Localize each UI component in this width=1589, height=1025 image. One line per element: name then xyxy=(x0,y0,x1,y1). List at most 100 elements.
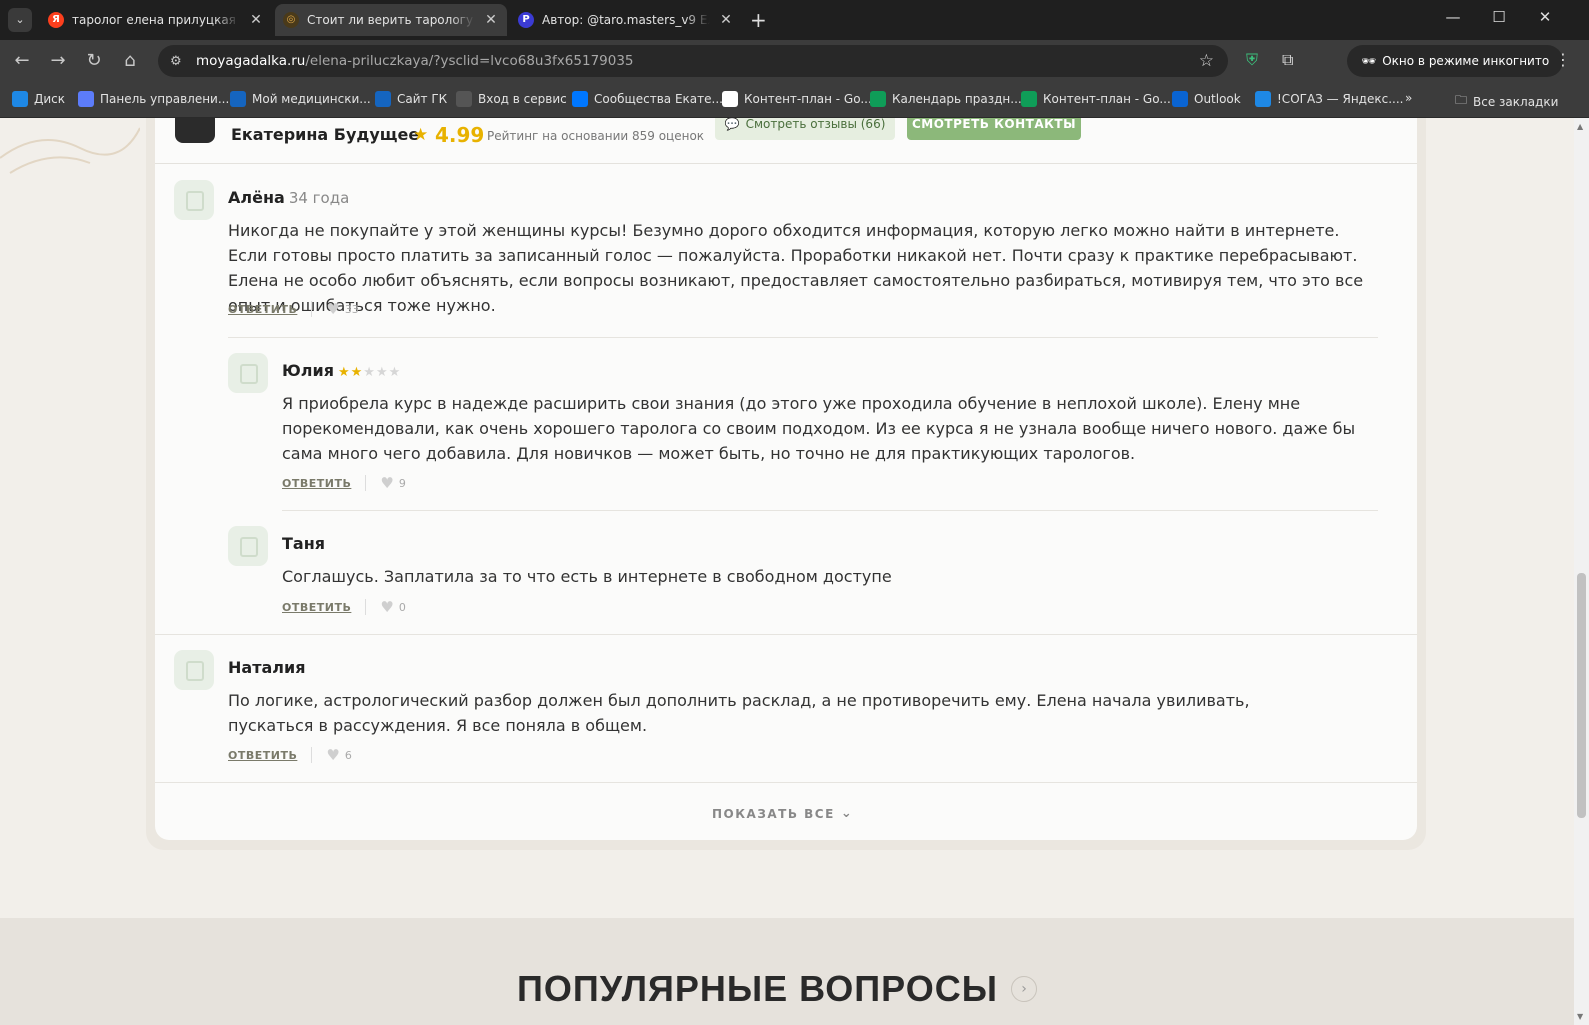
rating-star-icon: ★ xyxy=(413,125,429,145)
heart-icon[interactable]: ♥ xyxy=(380,474,393,492)
browser-toolbar: ← → ↻ ⌂ ⚙ moyagadalka.ru/elena-priluczka… xyxy=(0,40,1589,82)
star-icon: ★ xyxy=(388,365,402,380)
bookmark-label: Контент-план - Go... xyxy=(1043,92,1171,106)
chat-icon: 💬 xyxy=(724,118,740,131)
tab-3[interactable]: P Автор: @taro.masters_v9 Елена ✕ xyxy=(510,4,742,36)
bookmark-item[interactable]: Сайт ГК xyxy=(375,91,447,107)
bookmark-star-icon[interactable]: ☆ xyxy=(1199,51,1214,71)
pinterest-favicon-icon: P xyxy=(518,12,534,28)
extensions-icon[interactable]: ⧉ xyxy=(1282,50,1293,70)
bookmarks-bar: » 🗀 Все закладки Диск Панель управлени...… xyxy=(0,82,1589,118)
sheets-icon xyxy=(1021,91,1037,107)
more-bookmarks-icon[interactable]: » xyxy=(1405,91,1412,105)
all-bookmarks[interactable]: 🗀 Все закладки xyxy=(1455,91,1558,112)
tab-2[interactable]: ◎ Стоит ли верить тарологу - Елена ✕ xyxy=(275,4,507,36)
url-path: /elena-priluczkaya/?ysclid=lvco68u3fx651… xyxy=(305,53,634,69)
bookmark-label: Сообщества Екате... xyxy=(594,92,723,106)
divider xyxy=(311,747,313,763)
minimize-icon[interactable]: — xyxy=(1430,8,1476,26)
page-scrollbar[interactable]: ▲ ▼ xyxy=(1574,118,1589,1025)
scroll-down-icon[interactable]: ▼ xyxy=(1577,1012,1583,1021)
bookmark-label: Outlook xyxy=(1194,92,1241,106)
bookmark-item[interactable]: Календарь праздн... xyxy=(870,91,1022,107)
comment-actions: ОТВЕТИТЬ ♥ 6 xyxy=(228,746,352,764)
bookmark-label: Мой медицински... xyxy=(252,92,371,106)
heart-icon[interactable]: ♥ xyxy=(380,598,393,616)
divider xyxy=(282,510,1378,511)
bookmark-item[interactable]: Мой медицински... xyxy=(230,91,371,107)
medical-icon xyxy=(230,91,246,107)
close-window-icon[interactable]: ✕ xyxy=(1522,8,1568,26)
popular-questions-section: ПОПУЛЯРНЫЕ ВОПРОСЫ › xyxy=(0,918,1574,1025)
chevron-right-icon[interactable]: › xyxy=(1011,976,1037,1002)
reply-button[interactable]: ОТВЕТИТЬ xyxy=(228,303,297,316)
site-icon xyxy=(375,91,391,107)
star-icon: ★ xyxy=(350,365,364,380)
reload-icon[interactable]: ↻ xyxy=(82,50,106,72)
likes-count: 0 xyxy=(398,600,406,614)
bookmark-label: Диск xyxy=(34,92,66,106)
show-all-button[interactable]: ПОКАЗАТЬ ВСЕ ⌄ xyxy=(712,806,853,821)
new-tab-icon[interactable]: + xyxy=(750,8,767,32)
page-viewport: Екатерина Будущее ★ 4.99 Рейтинг на осно… xyxy=(0,118,1589,1025)
bookmark-item[interactable]: Вход в сервис xyxy=(456,91,567,107)
comment-actions: ОТВЕТИТЬ ♥ 0 xyxy=(282,598,406,616)
home-icon[interactable]: ⌂ xyxy=(118,50,142,72)
star-icon: ★ xyxy=(363,365,376,380)
shield-extension-icon[interactable]: ⛨ xyxy=(1246,50,1258,70)
bookmark-item[interactable]: Панель управлени... xyxy=(78,91,229,107)
maximize-icon[interactable]: ☐ xyxy=(1476,8,1522,26)
expert-rating: 4.99 xyxy=(435,123,485,147)
back-icon[interactable]: ← xyxy=(10,50,34,72)
incognito-indicator[interactable]: 🕶 Окно в режиме инкогнито xyxy=(1347,45,1564,77)
tab-search-icon[interactable]: ⌄ xyxy=(8,8,32,32)
divider xyxy=(155,634,1417,635)
bookmark-item[interactable]: Диск xyxy=(12,91,65,107)
heart-icon[interactable]: ♥ xyxy=(326,746,339,764)
panel-icon xyxy=(78,91,94,107)
close-tab-icon[interactable]: ✕ xyxy=(718,12,734,28)
close-tab-icon[interactable]: ✕ xyxy=(248,12,264,28)
bookmark-item[interactable]: !СОГАЗ — Яндекс.... xyxy=(1255,91,1403,107)
tab-title: таролог елена прилуцкая отзывы xyxy=(72,13,240,27)
yandex-favicon-icon: Я xyxy=(48,12,64,28)
bookmark-item[interactable]: Контент-план - Go... xyxy=(1021,91,1171,107)
star-icon: ★ xyxy=(375,365,389,380)
author-name: Алёна xyxy=(228,188,285,207)
divider xyxy=(155,782,1417,783)
expert-avatar[interactable] xyxy=(175,118,215,143)
comment-author: Алёна 34 года xyxy=(228,188,349,207)
bookmark-item[interactable]: Outlook xyxy=(1172,91,1241,107)
bookmark-item[interactable]: Контент-план - Go... xyxy=(722,91,872,107)
url-text[interactable]: moyagadalka.ru/elena-priluczkaya/?ysclid… xyxy=(196,53,634,69)
tab-1[interactable]: Я таролог елена прилуцкая отзывы ✕ xyxy=(40,4,272,36)
expert-name[interactable]: Екатерина Будущее xyxy=(231,125,419,144)
comment-item: Алёна 34 года Никогда не покупайте у этой… xyxy=(174,180,1374,320)
reply-button[interactable]: ОТВЕТИТЬ xyxy=(228,749,297,762)
address-bar[interactable]: ⚙ moyagadalka.ru/elena-priluczkaya/?yscl… xyxy=(158,45,1228,77)
bookmark-label: Сайт ГК xyxy=(397,92,448,106)
scroll-up-icon[interactable]: ▲ xyxy=(1577,122,1583,131)
avatar xyxy=(174,180,214,220)
bookmark-label: !СОГАЗ — Яндекс.... xyxy=(1277,92,1404,106)
rating-note: Рейтинг на основании 859 оценок xyxy=(487,129,705,143)
scrollbar-thumb[interactable] xyxy=(1577,573,1586,818)
view-reviews-button[interactable]: 💬 Смотреть отзывы (66) xyxy=(715,118,895,140)
bookmark-item[interactable]: Сообщества Екате... xyxy=(572,91,723,107)
site-info-icon[interactable]: ⚙ xyxy=(170,54,190,69)
comment-reply-item: Юлия ★★★★★ Я приобрела курс в надежде рас… xyxy=(228,353,1368,493)
bookmark-label: Контент-план - Go... xyxy=(744,92,872,106)
incognito-label: Окно в режиме инкогнито xyxy=(1382,54,1550,68)
forward-icon[interactable]: → xyxy=(46,50,70,72)
menu-kebab-icon[interactable]: ⋮ xyxy=(1555,50,1571,69)
view-contacts-button[interactable]: СМОТРЕТЬ КОНТАКТЫ xyxy=(907,118,1081,140)
close-tab-icon[interactable]: ✕ xyxy=(483,12,499,28)
reply-button[interactable]: ОТВЕТИТЬ xyxy=(282,601,351,614)
reply-button[interactable]: ОТВЕТИТЬ xyxy=(282,477,351,490)
heart-icon[interactable]: ♥ xyxy=(326,300,339,318)
vk-icon xyxy=(572,91,588,107)
view-reviews-label: Смотреть отзывы (66) xyxy=(745,118,886,131)
expert-summary-bar: Екатерина Будущее ★ 4.99 Рейтинг на осно… xyxy=(155,118,1417,164)
comment-author: Наталия xyxy=(228,658,306,677)
all-bookmarks-label: Все закладки xyxy=(1473,94,1559,109)
